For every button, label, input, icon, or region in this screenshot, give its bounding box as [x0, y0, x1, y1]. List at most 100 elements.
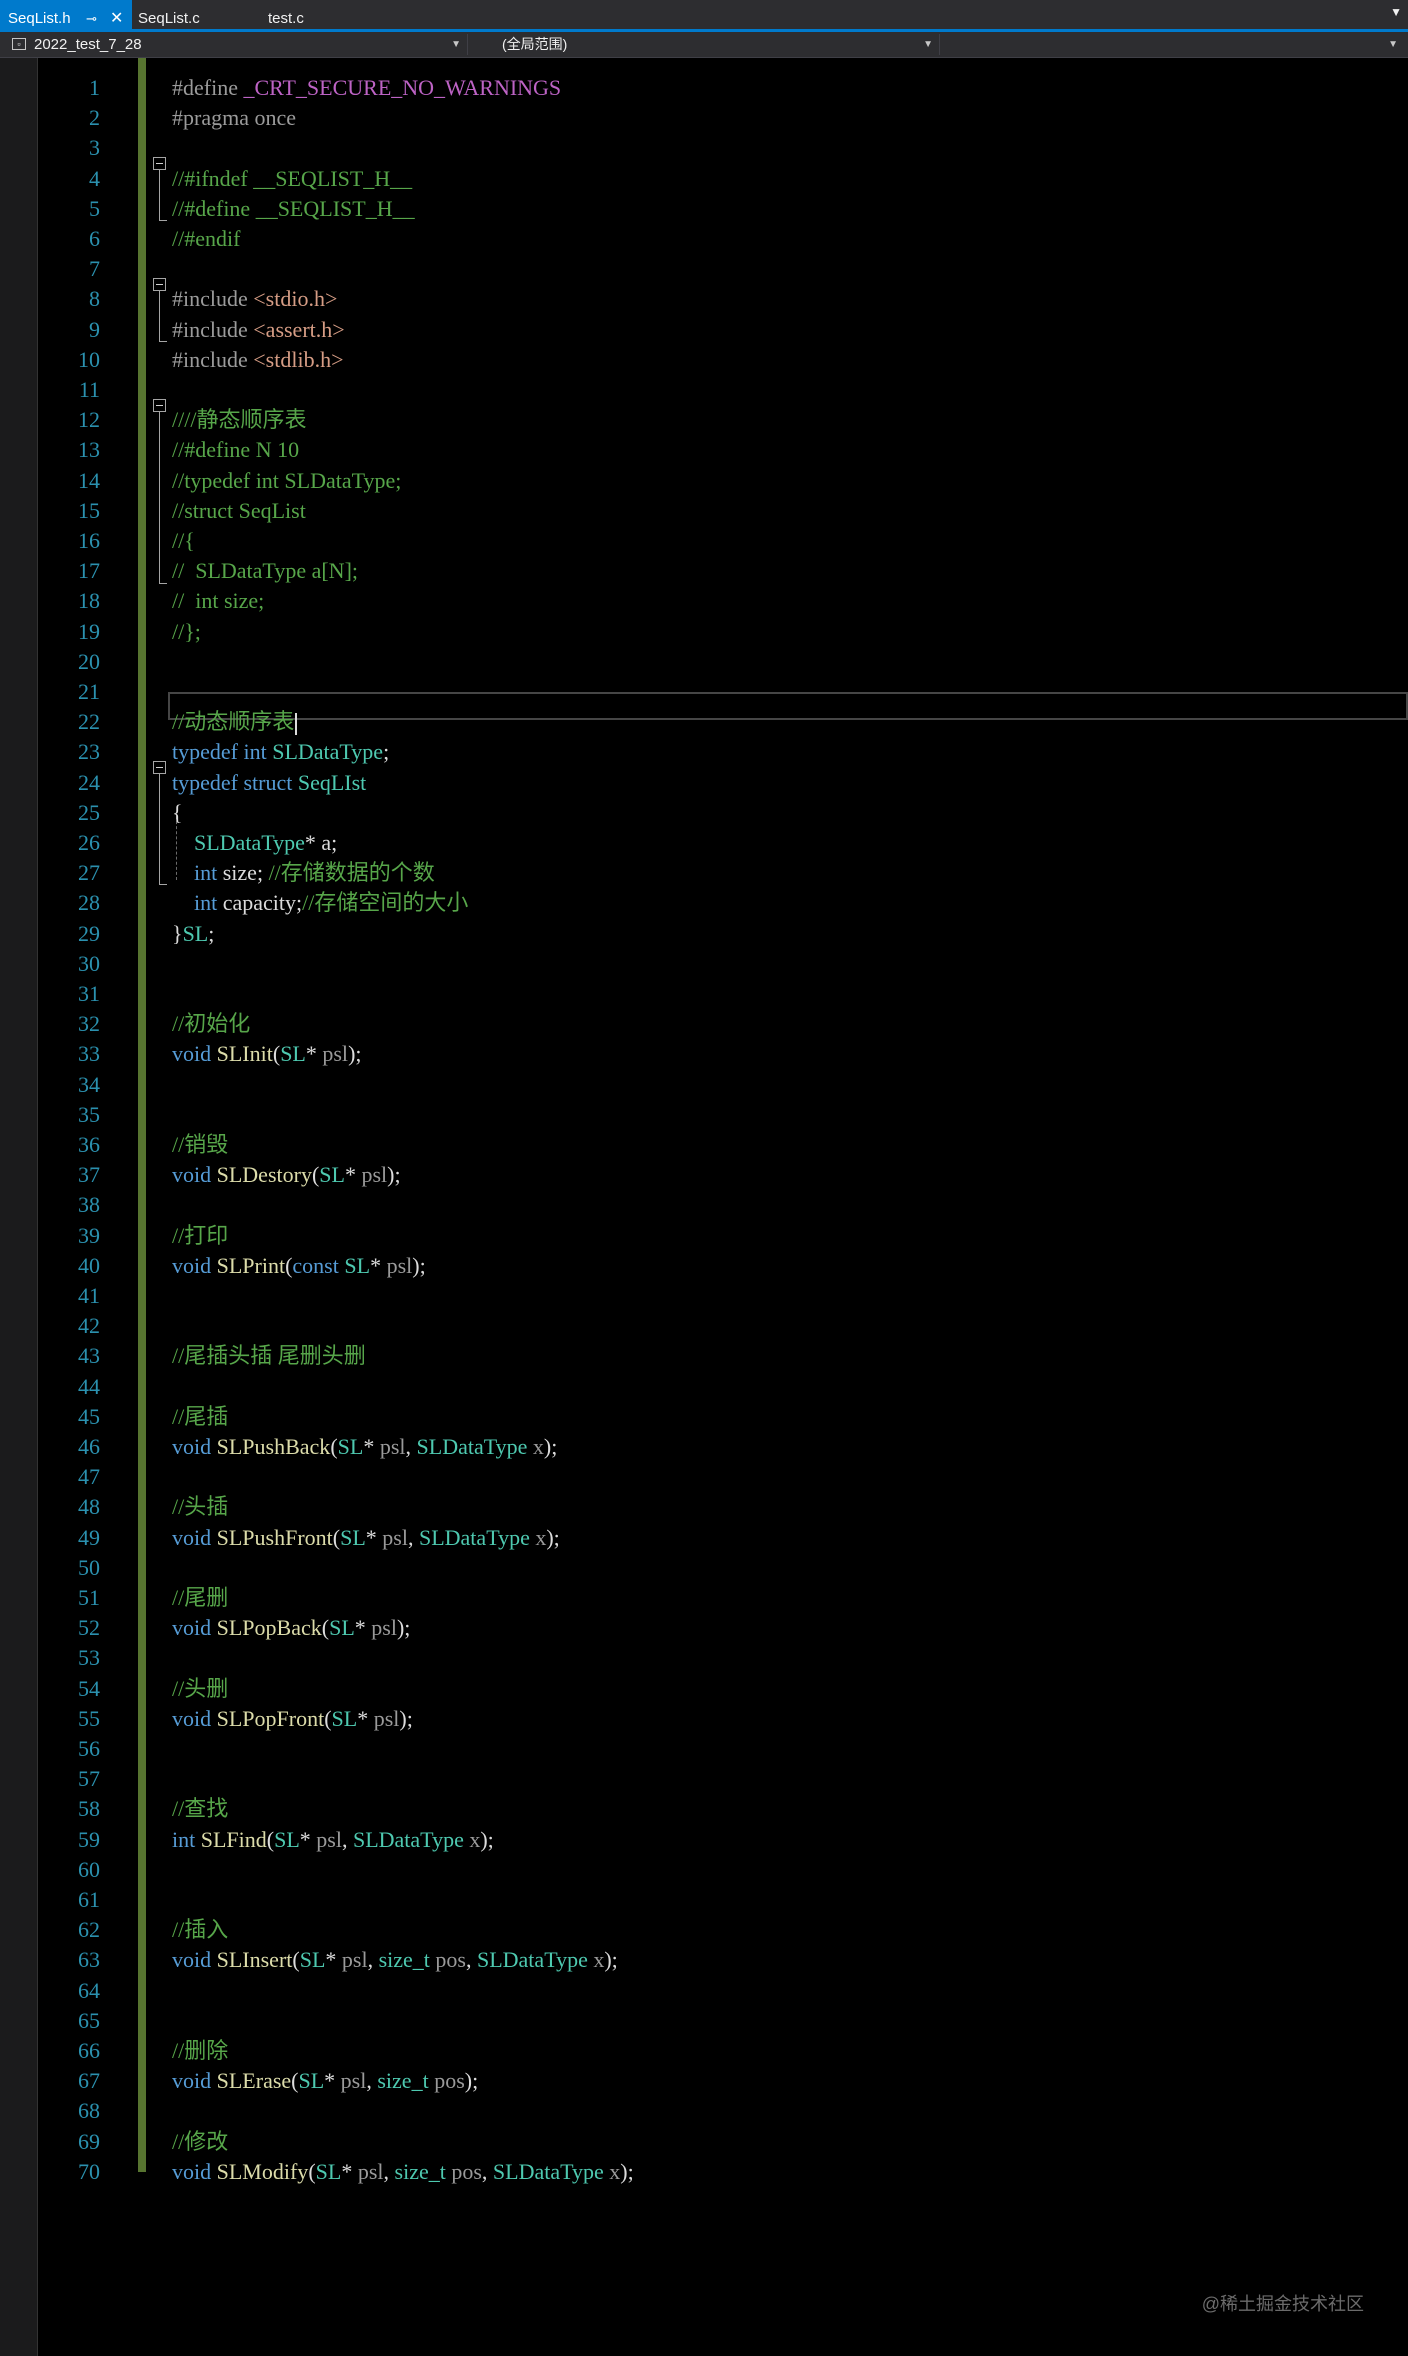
- code-line[interactable]: //打印: [172, 1221, 228, 1251]
- code-token: SLModify: [216, 2158, 309, 2184]
- code-line[interactable]: //};: [172, 617, 201, 647]
- code-token: (: [308, 2158, 316, 2184]
- code-line[interactable]: //尾删: [172, 1583, 228, 1613]
- code-token: //打印: [172, 1222, 229, 1248]
- code-token: SL: [340, 1524, 366, 1550]
- line-number: 68: [78, 2098, 100, 2124]
- code-token: //尾插头插 尾删头删: [172, 1343, 366, 1369]
- line-number: 40: [78, 1252, 100, 1278]
- code-line[interactable]: //删除: [172, 2036, 228, 2066]
- tab-overflow-dropdown-icon[interactable]: ▼: [1390, 5, 1402, 19]
- code-line[interactable]: #define _CRT_SECURE_NO_WARNINGS: [172, 73, 561, 103]
- code-line[interactable]: typedef struct SeqLIst: [172, 768, 366, 798]
- code-token: ,: [407, 1524, 419, 1550]
- code-line[interactable]: // int size;: [172, 586, 264, 616]
- code-line[interactable]: int size; //存储数据的个数: [172, 858, 435, 888]
- code-line[interactable]: //struct SeqList: [172, 496, 306, 526]
- code-token: //#define __SEQLIST_H__: [172, 195, 415, 221]
- code-line[interactable]: //销毁: [172, 1130, 228, 1160]
- code-line[interactable]: void SLModify(SL* psl, size_t pos, SLDat…: [172, 2157, 634, 2187]
- code-line[interactable]: void SLInsert(SL* psl, size_t pos, SLDat…: [172, 1945, 618, 1975]
- code-token: _CRT_SECURE_NO_WARNINGS: [243, 75, 562, 100]
- code-token: );: [604, 1947, 618, 1973]
- code-editor[interactable]: 1 2 3 4 5 6 7 8 9 10 11 12 13 14 15 16 17 18 19 20 21 22 23 24 2…: [0, 58, 1408, 2356]
- code-line[interactable]: //头删: [172, 1674, 228, 1704]
- collapse-outline-icon[interactable]: [153, 761, 166, 774]
- collapse-outline-icon[interactable]: [153, 278, 166, 291]
- tab-test-c[interactable]: test.c: [268, 0, 304, 29]
- code-line[interactable]: //查找: [172, 1794, 228, 1824]
- code-line[interactable]: SLDataType* a;: [172, 828, 337, 858]
- code-line[interactable]: //#define N 10: [172, 435, 299, 465]
- code-token: (: [292, 1947, 300, 1973]
- outline-line: [159, 774, 160, 884]
- code-token: void: [172, 1524, 217, 1550]
- code-line[interactable]: void SLInit(SL* psl);: [172, 1039, 362, 1069]
- code-token: struct: [243, 769, 298, 795]
- code-line[interactable]: int SLFind(SL* psl, SLDataType x);: [172, 1825, 494, 1855]
- code-line[interactable]: //#define __SEQLIST_H__: [172, 194, 415, 224]
- line-number: 64: [78, 1977, 100, 2003]
- code-token: // int size;: [172, 588, 265, 614]
- code-line[interactable]: void SLPushBack(SL* psl, SLDataType x);: [172, 1432, 557, 1462]
- code-line[interactable]: typedef int SLDataType;: [172, 737, 389, 767]
- document-tab-strip: SeqList.h ⊸ ✕ SeqList.c test.c ▼: [0, 0, 1408, 32]
- code-line[interactable]: //修改: [172, 2127, 228, 2157]
- code-line[interactable]: //头插: [172, 1492, 228, 1522]
- code-line[interactable]: //尾插头插 尾删头删: [172, 1341, 366, 1371]
- code-line[interactable]: }SL;: [172, 919, 214, 949]
- code-line[interactable]: // SLDataType a[N];: [172, 556, 358, 586]
- code-line[interactable]: void SLPopBack(SL* psl);: [172, 1613, 410, 1643]
- code-line[interactable]: //插入: [172, 1915, 228, 1945]
- line-number: 14: [78, 467, 100, 493]
- code-token: {: [172, 799, 183, 825]
- code-line[interactable]: void SLPrint(const SL* psl);: [172, 1251, 426, 1281]
- chevron-down-icon: ▼: [1388, 39, 1398, 50]
- member-dropdown[interactable]: ▼: [944, 34, 1404, 55]
- line-number: 35: [78, 1101, 100, 1127]
- code-token: ,: [341, 1826, 353, 1852]
- code-line[interactable]: //{: [172, 526, 195, 556]
- code-token: *: [325, 1947, 342, 1973]
- code-line[interactable]: {: [172, 798, 183, 828]
- code-line[interactable]: //动态顺序表: [172, 707, 298, 737]
- code-line[interactable]: void SLDestory(SL* psl);: [172, 1160, 401, 1190]
- code-line[interactable]: void SLPushFront(SL* psl, SLDataType x);: [172, 1523, 560, 1553]
- code-token: //};: [172, 618, 201, 644]
- code-line[interactable]: //初始化: [172, 1009, 250, 1039]
- code-token: //typedef int SLDataType;: [172, 467, 402, 493]
- code-line[interactable]: #pragma once: [172, 103, 296, 133]
- code-token: psl: [357, 2158, 384, 2184]
- code-token: ,: [367, 1947, 379, 1973]
- code-line[interactable]: #include <stdlib.h>: [172, 345, 343, 375]
- code-line[interactable]: #include <assert.h>: [172, 315, 345, 345]
- code-token: SLDataType: [416, 1434, 533, 1459]
- line-number: 45: [78, 1403, 100, 1429]
- code-line[interactable]: void SLPopFront(SL* psl);: [172, 1704, 413, 1734]
- glyph-margin[interactable]: [0, 58, 38, 2356]
- tab-seqlist-h[interactable]: SeqList.h ⊸ ✕: [0, 0, 132, 29]
- project-dropdown[interactable]: ▫ 2022_test_7_28 ▼: [6, 34, 468, 55]
- line-number: 17: [78, 558, 100, 584]
- collapse-outline-icon[interactable]: [153, 399, 166, 412]
- line-number: 23: [78, 739, 100, 765]
- code-line[interactable]: void SLErase(SL* psl, size_t pos);: [172, 2066, 478, 2096]
- code-token: *: [324, 2068, 341, 2094]
- line-number: 44: [78, 1373, 100, 1399]
- code-token: void: [172, 1615, 217, 1641]
- line-number: 16: [78, 528, 100, 553]
- code-line[interactable]: int capacity;//存储空间的大小: [172, 888, 468, 918]
- code-line[interactable]: //#endif: [172, 224, 240, 254]
- code-line[interactable]: #include <stdio.h>: [172, 284, 337, 314]
- code-token: }: [172, 920, 183, 946]
- scope-dropdown[interactable]: (全局范围) ▼: [472, 34, 940, 55]
- code-line[interactable]: //尾插: [172, 1402, 228, 1432]
- collapse-outline-icon[interactable]: [153, 157, 166, 170]
- code-token: SLDataType: [352, 1826, 470, 1852]
- code-line[interactable]: //#ifndef __SEQLIST_H__: [172, 164, 412, 194]
- chevron-down-icon: ▼: [923, 39, 933, 50]
- code-line[interactable]: ////静态顺序表: [172, 405, 306, 435]
- tab-seqlist-c[interactable]: SeqList.c: [138, 0, 200, 29]
- code-line[interactable]: //typedef int SLDataType;: [172, 466, 401, 496]
